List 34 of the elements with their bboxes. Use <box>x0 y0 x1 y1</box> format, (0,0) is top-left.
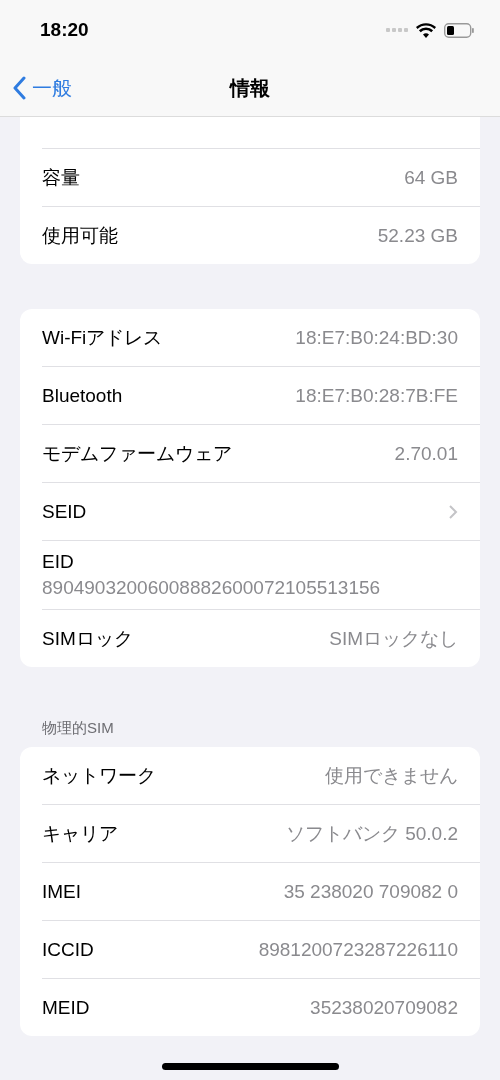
row-label: 容量 <box>42 165 80 190</box>
list-row[interactable]: SEID <box>42 482 480 540</box>
row-label: SIMロック <box>42 626 133 651</box>
row-label: Wi-Fiアドレス <box>42 325 163 350</box>
row-value: 35 238020 709082 0 <box>283 880 458 903</box>
row-value: SIMロックなし <box>329 626 458 651</box>
back-chevron-icon <box>12 76 26 100</box>
row-value: 35238020709082 <box>310 996 458 1019</box>
row-value: 使用できません <box>325 763 458 788</box>
row-label: ICCID <box>42 938 94 961</box>
row-value: 52.23 GB <box>377 224 458 247</box>
row-label: 使用可能 <box>42 223 118 248</box>
row-label: ネットワーク <box>42 763 156 788</box>
row-value: 64 GB <box>404 166 458 189</box>
page-title: 情報 <box>230 75 270 101</box>
back-button[interactable]: 一般 <box>0 74 72 102</box>
wifi-icon <box>416 22 436 38</box>
battery-icon <box>444 22 474 38</box>
row-value: 89049032006008882600072105513156 <box>42 577 382 599</box>
row-value: 18:E7:B0:28:7B:FE <box>295 384 458 407</box>
row-label: モデムファームウェア <box>42 441 232 466</box>
row-label: IMEI <box>42 880 82 903</box>
signal-icon <box>386 28 408 32</box>
row-label: Bluetooth <box>42 384 123 407</box>
section-header: 物理的SIM <box>42 719 115 737</box>
chevron-icon <box>448 503 458 520</box>
row-value: 8981200723287226110 <box>258 938 458 961</box>
row-value: 18:E7:B0:24:BD:30 <box>295 326 458 349</box>
row-value: 2.70.01 <box>394 442 458 465</box>
row-label: MEID <box>42 996 90 1019</box>
status-time: 18:20 <box>40 19 89 41</box>
row-value: ソフトバンク 50.0.2 <box>285 821 458 846</box>
row-label: EID <box>42 551 75 573</box>
row-label: キャリア <box>42 821 118 846</box>
